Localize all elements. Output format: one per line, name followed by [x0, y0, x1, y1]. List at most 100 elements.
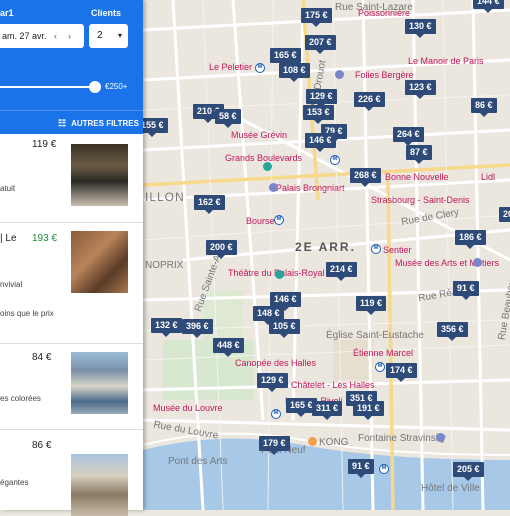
price-slider-value: €250+	[105, 82, 128, 91]
map-label: Fontaine Stravinsky	[358, 433, 446, 444]
map-label: Le Peletier	[209, 62, 253, 72]
price-pin[interactable]: 311 €	[312, 401, 343, 420]
price-pin[interactable]: 155 €	[143, 118, 168, 137]
map-label: Musée Grévin	[231, 130, 288, 140]
price-pin[interactable]: 119 €	[356, 296, 387, 315]
hotel-photo	[71, 144, 128, 206]
price-pin[interactable]: 396 €	[182, 319, 213, 338]
price-pin[interactable]: 86 €	[471, 98, 497, 117]
price-pin[interactable]: 105 €	[269, 319, 300, 338]
map-label: Pont des Arts	[168, 456, 228, 467]
map-label: Canopée des Halles	[235, 358, 317, 368]
price-pin[interactable]: 165 €	[270, 48, 301, 67]
hotel-card[interactable]: 84 € es colorées	[0, 344, 143, 430]
next-date-icon[interactable]: ›	[68, 24, 71, 48]
poi-icon	[269, 183, 278, 192]
price-pin[interactable]: 129 €	[306, 89, 337, 108]
price-pin[interactable]: 201 €	[499, 207, 510, 222]
poi-icon	[275, 270, 284, 279]
price-pin[interactable]: 200 €	[206, 240, 237, 259]
clients-label: Clients	[91, 8, 122, 18]
hotel-desc: es colorées	[0, 394, 41, 403]
price-pin[interactable]: 91 €	[453, 281, 479, 300]
map-label: Poissonnière	[358, 8, 411, 18]
price-pin[interactable]: 146 €	[305, 133, 336, 152]
map-label: Bonne Nouvelle	[385, 172, 449, 182]
price-pin[interactable]: 264 €	[393, 127, 424, 146]
map[interactable]: Rue Saint-Lazare Poissonnière Le Peletie…	[143, 0, 510, 510]
metro-icon: M	[274, 215, 284, 225]
price-pin[interactable]: 87 €	[406, 145, 432, 164]
hotel-card[interactable]: | Le 193 € nvivial oins que le prix	[0, 223, 143, 344]
price-pin[interactable]: 268 €	[350, 168, 381, 187]
hotel-card[interactable]: 86 € égantes	[0, 430, 143, 516]
hotel-price: 193 €	[32, 233, 58, 244]
date-picker[interactable]: am. 27 avr. ‹ ›	[0, 24, 84, 48]
metro-icon: M	[379, 464, 389, 474]
poi-icon	[308, 437, 317, 446]
metro-icon: M	[271, 409, 281, 419]
price-pin[interactable]: 153 €	[303, 105, 334, 124]
price-slider-track[interactable]	[0, 86, 96, 88]
map-label: Palais Brongniart	[276, 183, 345, 193]
price-pin[interactable]: 448 €	[213, 338, 244, 357]
metro-icon: M	[330, 155, 340, 165]
poi-icon	[436, 433, 445, 442]
clients-value: 2	[97, 30, 103, 41]
price-pin[interactable]: 174 €	[386, 363, 417, 382]
hotel-desc: oins que le prix	[0, 309, 54, 318]
poi-icon	[335, 70, 344, 79]
date-value: am. 27 avr.	[2, 31, 47, 41]
price-pin[interactable]: 226 €	[354, 92, 385, 111]
more-filters-button[interactable]: ☷ AUTRES FILTRES	[0, 110, 143, 134]
metro-icon: M	[375, 362, 385, 372]
map-label: Grands Boulevards	[225, 153, 303, 163]
hotel-photo	[71, 231, 128, 293]
price-pin[interactable]: 123 €	[405, 80, 436, 99]
search-header: ar1 Clients am. 27 avr. ‹ › 2 ▾ €250+	[0, 0, 143, 110]
price-pin[interactable]: 130 €	[405, 19, 436, 38]
map-label: Bourse	[246, 216, 275, 226]
price-pin[interactable]: 58 €	[215, 109, 241, 128]
price-pin[interactable]: 129 €	[257, 373, 288, 392]
price-pin[interactable]: 186 €	[455, 230, 486, 249]
price-pin[interactable]: 191 €	[353, 401, 384, 420]
price-pin[interactable]: 108 €	[279, 63, 310, 82]
hotel-price: 119 €	[32, 139, 57, 150]
price-pin[interactable]: 162 €	[194, 195, 225, 214]
price-pin[interactable]: 214 €	[326, 262, 357, 281]
price-pin[interactable]: 207 €	[305, 35, 336, 54]
price-pin[interactable]: 91 €	[348, 459, 374, 478]
hotel-desc: égantes	[0, 478, 29, 487]
sliders-icon: ☷	[58, 118, 67, 128]
map-label: Strasbourg - Saint-Denis	[371, 195, 470, 205]
hotel-name: | Le	[0, 233, 17, 244]
price-pin[interactable]: 179 €	[259, 436, 290, 455]
arrival-label: ar1	[0, 8, 14, 18]
clients-select[interactable]: 2 ▾	[89, 24, 128, 48]
metro-icon: M	[371, 244, 381, 254]
hotel-desc: atuit	[0, 184, 16, 193]
prev-date-icon[interactable]: ‹	[54, 24, 57, 48]
price-pin[interactable]: 175 €	[301, 8, 332, 27]
price-pin[interactable]: 146 €	[270, 292, 301, 311]
price-pin[interactable]: 205 €	[453, 462, 484, 481]
price-pin[interactable]: 356 €	[437, 322, 468, 341]
hotel-card[interactable]: 119 € atuit	[0, 134, 143, 223]
poi-icon	[263, 162, 272, 171]
hotel-price: 84 €	[32, 352, 52, 363]
hotel-list-panel: ar1 Clients am. 27 avr. ‹ › 2 ▾ €250+ ☷ A…	[0, 0, 143, 516]
price-pin[interactable]: 132 €	[151, 318, 182, 337]
map-label: Église Saint-Eustache	[326, 330, 424, 341]
map-label: 2E ARR.	[295, 240, 356, 254]
filters-label: AUTRES FILTRES	[71, 119, 139, 128]
poi-icon	[473, 258, 482, 267]
chevron-down-icon: ▾	[117, 31, 122, 40]
map-label: Étienne Marcel	[353, 348, 414, 358]
hotel-desc: nvivial	[0, 280, 23, 289]
price-pin[interactable]: 144 €	[473, 0, 504, 13]
price-slider-handle[interactable]	[89, 81, 101, 93]
map-label: Musée du Louvre	[153, 403, 223, 413]
map-label: Folies Bergère	[355, 70, 414, 80]
map-label: Sentier	[383, 245, 412, 255]
